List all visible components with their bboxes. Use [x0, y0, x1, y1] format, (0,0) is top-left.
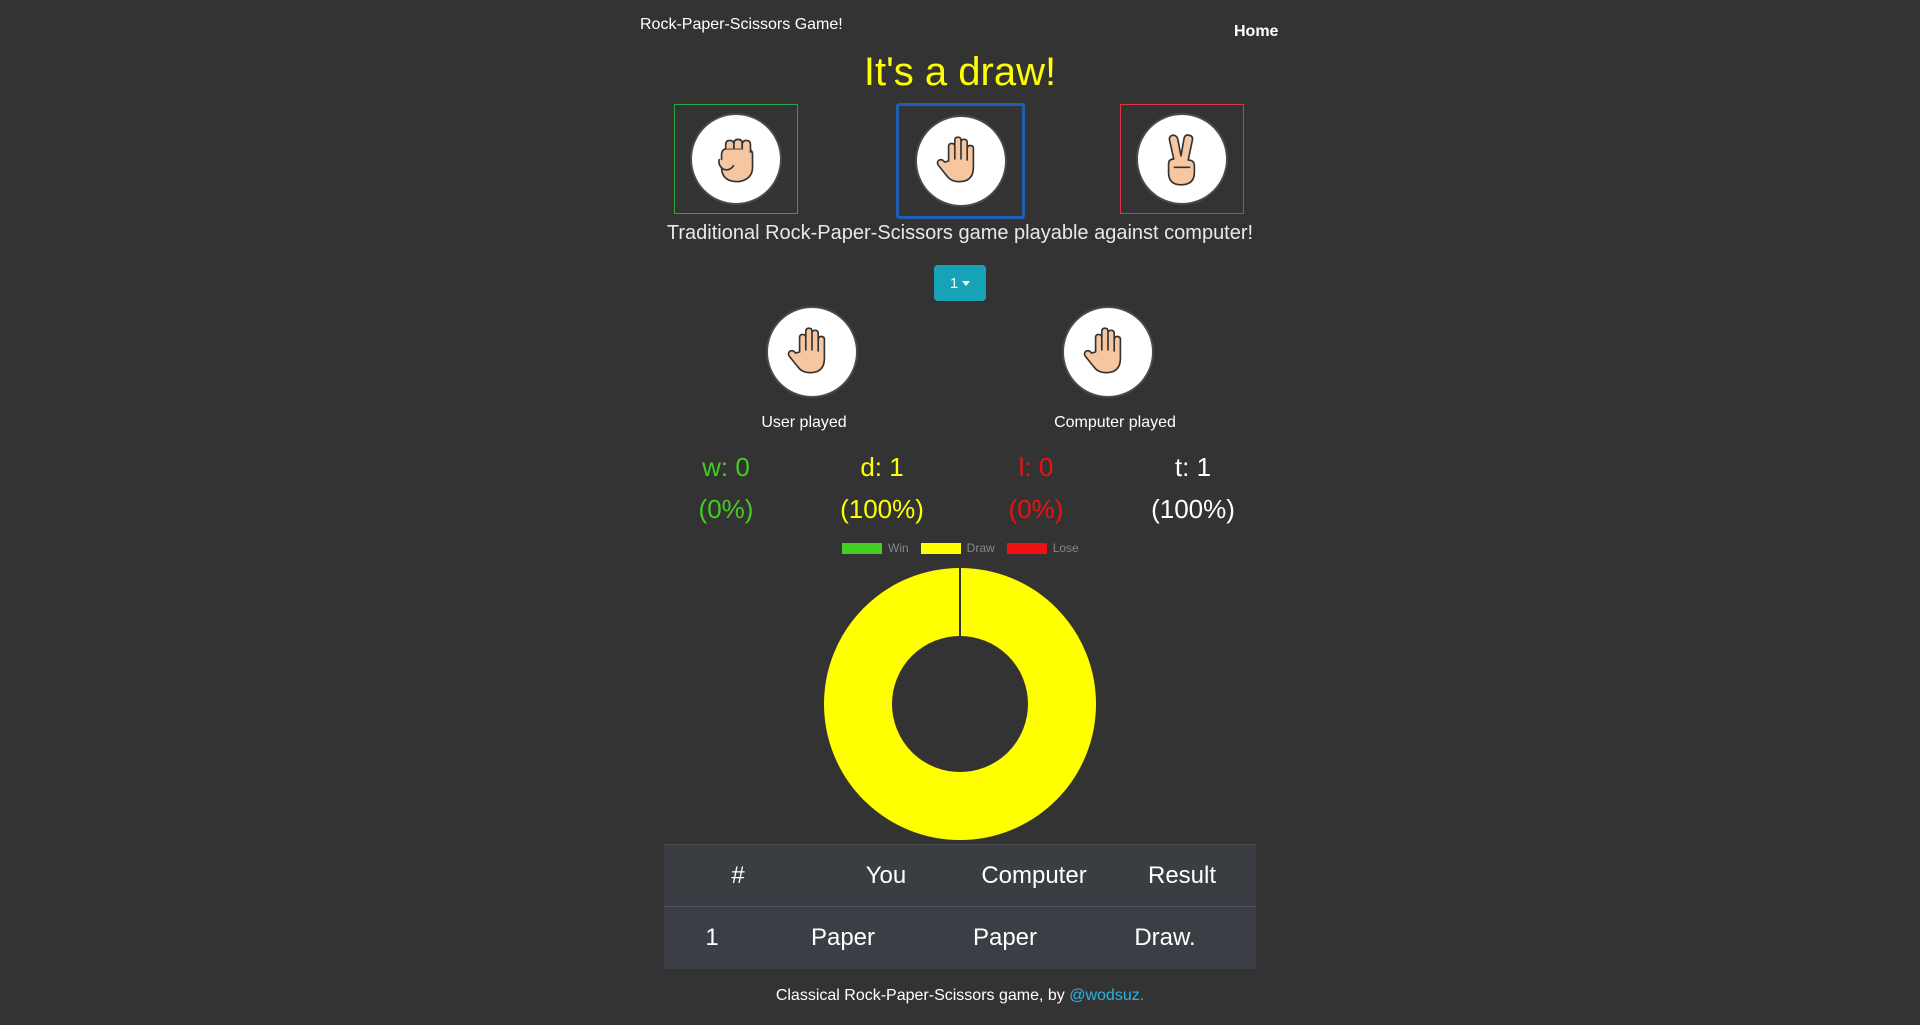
- wins-percent: (0%): [698, 494, 754, 524]
- table-cell: Paper: [972, 924, 1038, 951]
- table-header-cell: You: [865, 861, 907, 889]
- author-link[interactable]: @wodsuz.: [1069, 987, 1144, 1004]
- game-description: Traditional Rock-Paper-Scissors game pla…: [666, 222, 1254, 244]
- table-header-cell: Computer: [981, 861, 1087, 889]
- computer-played-label: Computer played: [1054, 414, 1176, 431]
- table-header-cell: Result: [1147, 861, 1217, 889]
- scissors-hand-icon: [1136, 113, 1228, 205]
- rounds-dropdown-button[interactable]: 1: [934, 265, 986, 301]
- user-played-label: User played: [761, 414, 847, 431]
- draws-count: d: 1: [860, 452, 904, 482]
- scissors-choice-button[interactable]: [1120, 104, 1244, 214]
- table-row: 1 Paper Paper Draw.: [664, 907, 1256, 969]
- legend-item-win[interactable]: Win: [842, 541, 909, 555]
- navbar-brand[interactable]: Rock-Paper-Scissors Game!: [640, 16, 843, 34]
- legend-label-win: Win: [888, 541, 909, 555]
- rock-hand-icon: [690, 113, 782, 205]
- total-count: t: 1: [1174, 452, 1212, 482]
- result-headline: It's a draw!: [863, 50, 1057, 94]
- history-table: # You Computer Result 1 Paper Paper Draw…: [664, 844, 1256, 969]
- legend-item-lose[interactable]: Lose: [1006, 541, 1079, 555]
- draws-percent: (100%): [840, 494, 924, 524]
- paper-choice-button[interactable]: [896, 103, 1025, 219]
- computer-played-hand-icon: [1062, 306, 1154, 398]
- results-donut-chart: [824, 568, 1096, 840]
- chart-legend: Win Draw Lose: [842, 541, 1085, 555]
- rock-choice-button[interactable]: [674, 104, 798, 214]
- paper-hand-icon: [914, 115, 1007, 207]
- wins-count: w: 0: [702, 452, 750, 482]
- total-percent: (100%): [1151, 494, 1235, 524]
- table-cell: Paper: [810, 924, 876, 951]
- nav-home-link[interactable]: Home: [1234, 23, 1278, 41]
- user-played-hand-icon: [766, 306, 858, 398]
- footer-text: Classical Rock-Paper-Scissors game, by: [775, 987, 1070, 1004]
- rounds-dropdown-value: 1: [949, 274, 959, 292]
- legend-item-draw[interactable]: Draw: [920, 541, 995, 555]
- legend-swatch-draw: [920, 542, 961, 554]
- table-header-cell: #: [731, 861, 745, 889]
- legend-label-draw: Draw: [966, 541, 995, 555]
- legend-label-lose: Lose: [1052, 541, 1079, 555]
- losses-percent: (0%): [1008, 494, 1064, 524]
- table-cell: 1: [705, 924, 719, 951]
- legend-swatch-win: [842, 542, 882, 554]
- footer: Classical Rock-Paper-Scissors game, by @…: [0, 987, 1920, 1005]
- legend-swatch-lose: [1006, 542, 1047, 554]
- table-header-row: # You Computer Result: [664, 844, 1256, 907]
- losses-count: l: 0: [1018, 452, 1054, 482]
- caret-down-icon: [962, 280, 971, 286]
- table-cell: Draw.: [1134, 924, 1196, 951]
